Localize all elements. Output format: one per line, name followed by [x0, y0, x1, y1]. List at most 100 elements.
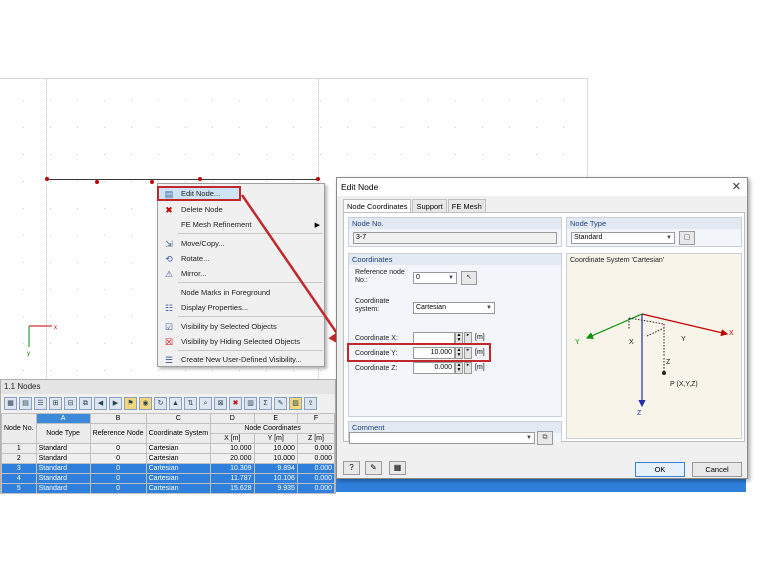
table-row[interactable]: 2 Standard 0 Cartesian 20.000 10.000 0.0… [1, 453, 336, 464]
cell-x[interactable]: 10.309 [210, 463, 255, 474]
ok-button[interactable]: OK [635, 462, 685, 477]
coordinate-z-input[interactable]: 0.000 [413, 362, 455, 374]
node-no-field[interactable]: 3-7 [353, 232, 557, 244]
comment-library-button[interactable]: ⧉ [537, 431, 553, 445]
row-number: 3 [1, 463, 37, 474]
cell-x[interactable]: 10.000 [210, 443, 255, 454]
comment-input[interactable]: ▼ [349, 432, 535, 444]
toolbar-filter-icon[interactable]: ⚑ [124, 396, 137, 410]
units-button[interactable]: ▦ [389, 461, 406, 475]
table-row-selected[interactable]: 4 Standard 0 Cartesian 11.787 10.106 0.0… [1, 473, 336, 484]
cell-coordinate-system[interactable]: Cartesian [145, 483, 212, 494]
toolbar-refresh-icon[interactable]: ↻ [154, 396, 167, 410]
toolbar-find-icon[interactable]: ⌕ [199, 396, 212, 410]
toolbar-sort-icon[interactable]: ⇅ [184, 396, 197, 410]
coordinate-system-label: Coordinate system: [355, 298, 390, 313]
cell-z[interactable]: 0.000 [296, 483, 336, 494]
toolbar-sum-icon[interactable]: Σ [259, 396, 272, 410]
toolbar-copy-icon[interactable]: ⧉ [79, 396, 92, 410]
pick-node-button[interactable]: ↖ [461, 271, 477, 285]
toolbar-delete-icon[interactable]: ✖ [229, 396, 242, 410]
cell-reference-node[interactable]: 0 [89, 483, 147, 494]
cell-y[interactable]: 9.935 [253, 483, 298, 494]
cell-y[interactable]: 10.000 [253, 443, 298, 454]
table-row[interactable]: 1 Standard 0 Cartesian 10.000 10.000 0.0… [1, 443, 336, 454]
toolbar-select-icon[interactable]: ⊠ [214, 396, 227, 410]
toolbar-delete-row-icon[interactable]: ⊟ [64, 396, 77, 410]
toolbar-insert-icon[interactable]: ⊞ [49, 396, 62, 410]
chevron-down-icon: ▼ [666, 235, 672, 241]
cell-node-type[interactable]: Standard [35, 463, 91, 474]
cell-coordinate-system[interactable]: Cartesian [145, 463, 212, 474]
row-number: 5 [1, 483, 37, 494]
cell-z[interactable]: 0.000 [296, 473, 336, 484]
cell-node-type[interactable]: Standard [35, 483, 91, 494]
toolbar-grid-icon[interactable]: ▦ [4, 396, 17, 410]
toolbar-edit-icon[interactable]: ✎ [274, 396, 287, 410]
cell-coordinate-system[interactable]: Cartesian [145, 473, 212, 484]
cell-coordinate-system[interactable]: Cartesian [145, 453, 212, 464]
diagram-title: Coordinate System 'Cartesian' [570, 257, 665, 264]
coordinate-system-select[interactable]: Cartesian ▼ [413, 302, 495, 314]
tab-node-coordinates[interactable]: Node Coordinates [343, 199, 412, 213]
coordinate-z-arrow[interactable]: ▸ [464, 362, 472, 374]
cell-z[interactable]: 0.000 [296, 443, 336, 454]
cell-y[interactable]: 10.000 [253, 453, 298, 464]
cell-reference-node[interactable]: 0 [89, 473, 147, 484]
cell-node-type[interactable]: Standard [35, 473, 91, 484]
col-letter-b[interactable]: B [89, 413, 147, 424]
cell-node-type[interactable]: Standard [35, 443, 91, 454]
cell-y[interactable]: 10.106 [253, 473, 298, 484]
dialog-tabs: Node Coordinates Support FE Mesh [343, 199, 487, 213]
col-letter-e[interactable]: E [253, 413, 298, 424]
table-row-selected[interactable]: 3 Standard 0 Cartesian 10.309 9.894 0.00… [1, 463, 336, 474]
tab-support[interactable]: Support [412, 199, 447, 213]
cell-z[interactable]: 0.000 [296, 463, 336, 474]
chevron-down-icon: ▼ [526, 435, 532, 441]
cell-reference-node[interactable]: 0 [89, 463, 147, 474]
col-letter-f[interactable]: F [296, 413, 336, 424]
reference-node-value: 0 [416, 274, 420, 281]
point-label: P (X,Y,Z) [670, 381, 698, 388]
col-header-node-no: Node No. [1, 413, 37, 444]
node-type-edit-button[interactable]: ▢ [679, 231, 695, 245]
toolbar-rows-icon[interactable]: ☰ [34, 396, 47, 410]
node-type-select[interactable]: Standard ▼ [571, 232, 675, 244]
cancel-button[interactable]: Cancel [692, 462, 742, 477]
help-button[interactable]: ? [343, 461, 360, 475]
chevron-down-icon: ▼ [486, 305, 492, 311]
cell-z[interactable]: 0.000 [296, 453, 336, 464]
toolbar-right-icon[interactable]: ▶ [109, 396, 122, 410]
toolbar-chart-icon[interactable]: ▨ [289, 396, 302, 410]
cell-y[interactable]: 9.894 [253, 463, 298, 474]
cell-reference-node[interactable]: 0 [89, 443, 147, 454]
table-row-selected[interactable]: 5 Standard 0 Cartesian 15.628 9.935 0.00… [1, 483, 336, 494]
reference-node-select[interactable]: 0 ▼ [413, 272, 457, 284]
toolbar-left-icon[interactable]: ◀ [94, 396, 107, 410]
cell-x[interactable]: 20.000 [210, 453, 255, 464]
tab-fe-mesh[interactable]: FE Mesh [447, 199, 486, 213]
col-letter-c[interactable]: C [145, 413, 212, 424]
nodes-table: Node No. A B C D E F Node Type Reference… [1, 413, 336, 494]
cell-x[interactable]: 11.787 [210, 473, 255, 484]
toolbar-table-icon[interactable]: ▤ [19, 396, 32, 410]
nodes-table-panel: 1.1 Nodes ▦ ▤ ☰ ⊞ ⊟ ⧉ ◀ ▶ ⚑ ◉ ↻ ▲ ⇅ ⌕ ⊠ … [0, 379, 336, 494]
node-no-group: Node No. 3-7 [348, 217, 562, 247]
coordinate-z-spinner[interactable]: ▲ ▼ [455, 362, 463, 374]
cell-coordinate-system[interactable]: Cartesian [145, 443, 212, 454]
coordinates-group: Coordinates Reference node No.: 0 ▼ ↖ Co… [347, 253, 562, 417]
col-letter-a[interactable]: A [35, 413, 91, 424]
close-icon[interactable]: ✕ [732, 180, 741, 193]
toolbar-view-icon[interactable]: ◉ [139, 396, 152, 410]
row-number: 2 [1, 453, 37, 464]
toolbar-up-icon[interactable]: ▲ [169, 396, 182, 410]
toolbar-columns-icon[interactable]: ▥ [244, 396, 257, 410]
cell-node-type[interactable]: Standard [35, 453, 91, 464]
selection-band [336, 479, 746, 492]
edit-button[interactable]: ✎ [365, 461, 382, 475]
col-letter-d[interactable]: D [210, 413, 255, 424]
cell-x[interactable]: 15.628 [210, 483, 255, 494]
toolbar-export-icon[interactable]: ⇪ [304, 396, 317, 410]
cell-reference-node[interactable]: 0 [89, 453, 147, 464]
axis-label: Y [575, 339, 580, 346]
